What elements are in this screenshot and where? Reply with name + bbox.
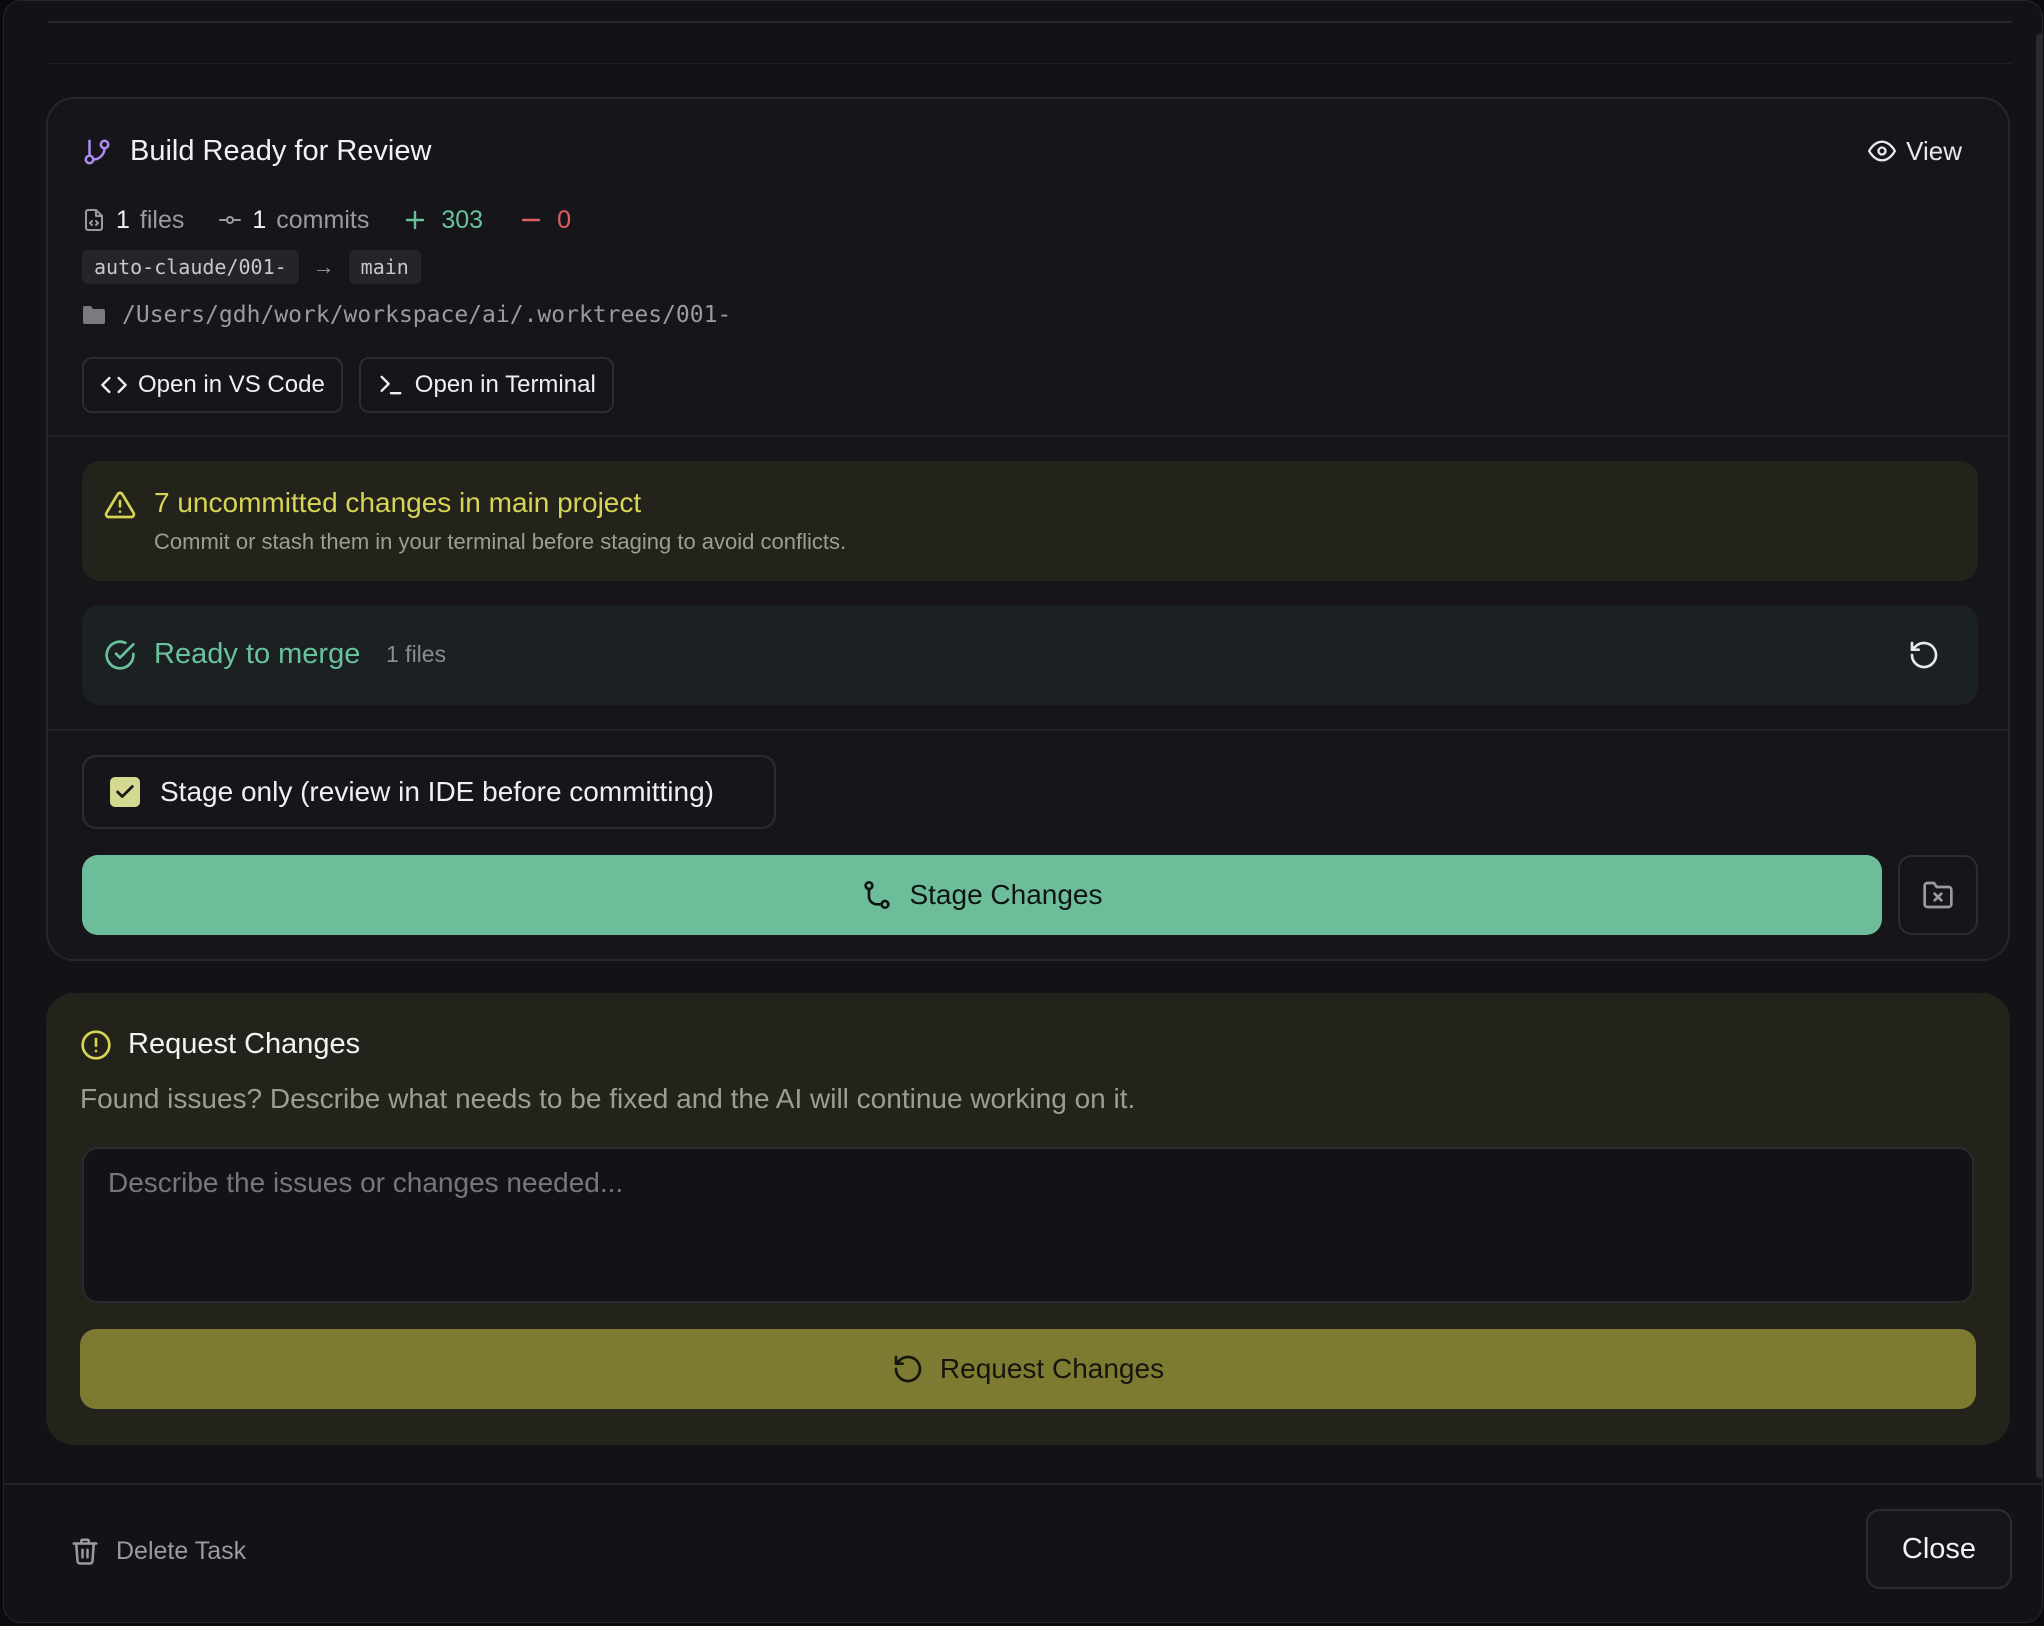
folder-x-icon	[1923, 881, 1953, 909]
stage-changes-button[interactable]: Stage Changes	[82, 855, 1882, 935]
open-terminal-button[interactable]: Open in Terminal	[358, 357, 614, 413]
request-changes-button[interactable]: Request Changes	[80, 1329, 1976, 1409]
additions-count: 303	[441, 205, 484, 234]
footer-divider	[4, 1483, 2042, 1485]
plus-icon	[406, 210, 425, 230]
check-icon	[116, 785, 134, 798]
additions-stat: 303	[403, 206, 483, 235]
build-review-title: Build Ready for Review	[130, 135, 432, 167]
stage-only-label: Stage only (review in IDE before committ…	[160, 776, 714, 807]
stage-only-checkbox[interactable]: Stage only (review in IDE before committ…	[82, 755, 776, 829]
merge-status-title: Ready to merge	[154, 638, 361, 670]
files-label: files	[139, 205, 185, 234]
scrollbar-thumb[interactable]	[2036, 33, 2042, 1479]
files-stat: 1 files	[82, 206, 184, 235]
git-merge-icon	[864, 881, 891, 909]
trash-icon	[72, 1538, 98, 1565]
deletions-count: 0	[557, 205, 571, 234]
eye-icon	[1868, 140, 1897, 162]
discard-worktree-button[interactable]	[1898, 855, 1978, 935]
close-button-label: Close	[1901, 1532, 1977, 1565]
branch-info: auto-claude/001- → main	[82, 249, 421, 285]
stage-changes-label: Stage Changes	[909, 879, 1103, 910]
delete-task-button[interactable]: Delete Task	[70, 1531, 246, 1571]
commits-label: commits	[276, 205, 370, 234]
alert-triangle-icon	[104, 491, 136, 519]
request-changes-title: Request Changes	[128, 1028, 361, 1060]
merge-file-count: 1 files	[386, 641, 447, 667]
request-changes-button-label: Request Changes	[939, 1353, 1165, 1384]
checkbox[interactable]	[110, 777, 140, 807]
rotate-ccw-icon	[894, 1355, 922, 1383]
git-commit-icon	[219, 216, 242, 224]
source-branch: auto-claude/001-	[82, 250, 299, 284]
git-branch-icon	[84, 139, 110, 165]
top-divider-secondary	[48, 63, 2012, 64]
open-vscode-button[interactable]: Open in VS Code	[82, 357, 343, 413]
commits-stat: 1 commits	[218, 206, 369, 235]
close-button[interactable]: Close	[1866, 1509, 2012, 1589]
minus-icon	[521, 218, 541, 222]
build-review-header: Build Ready for Review View 1 files 1 co…	[48, 99, 2008, 437]
request-changes-card: Request Changes Found issues? Describe w…	[46, 993, 2010, 1445]
folder-icon	[83, 306, 105, 324]
terminal-icon	[380, 375, 402, 395]
commits-count: 1	[252, 205, 267, 234]
worktree-path-row: /Users/gdh/work/workspace/ai/.worktrees/…	[82, 297, 731, 333]
diff-stats: 1 files 1 commits 303 0	[82, 203, 605, 237]
file-code-icon	[85, 209, 103, 231]
worktree-path: /Users/gdh/work/workspace/ai/.worktrees/…	[122, 302, 732, 328]
code-icon	[101, 376, 127, 394]
open-vscode-label: Open in VS Code	[138, 371, 325, 398]
warning-subtitle: Commit or stash them in your terminal be…	[154, 529, 847, 554]
view-button-label: View	[1906, 135, 1962, 166]
refresh-icon[interactable]	[1908, 639, 1940, 671]
open-terminal-label: Open in Terminal	[414, 371, 596, 398]
build-review-card: Build Ready for Review View 1 files 1 co…	[46, 97, 2010, 961]
warning-title: 7 uncommitted changes in main project	[154, 487, 642, 518]
open-actions: Open in VS Code Open in Terminal	[82, 357, 614, 413]
section-divider	[48, 729, 2008, 731]
delete-task-label: Delete Task	[116, 1536, 247, 1565]
alert-circle-icon	[81, 1030, 111, 1060]
target-branch: main	[348, 250, 421, 284]
uncommitted-warning: 7 uncommitted changes in main project Co…	[82, 461, 1978, 581]
request-changes-input[interactable]	[82, 1147, 1974, 1303]
section-divider	[48, 435, 2008, 437]
request-changes-description: Found issues? Describe what needs to be …	[80, 1083, 1136, 1114]
top-divider	[48, 21, 2012, 23]
merge-status: Ready to merge 1 files	[82, 605, 1978, 705]
view-button[interactable]: View	[1868, 133, 1962, 169]
task-review-dialog: Build Ready for Review View 1 files 1 co…	[3, 0, 2043, 1623]
deletions-stat: 0	[519, 206, 571, 235]
files-count: 1	[116, 205, 130, 234]
check-circle-icon	[105, 640, 135, 670]
arrow-right-icon: →	[312, 254, 335, 279]
